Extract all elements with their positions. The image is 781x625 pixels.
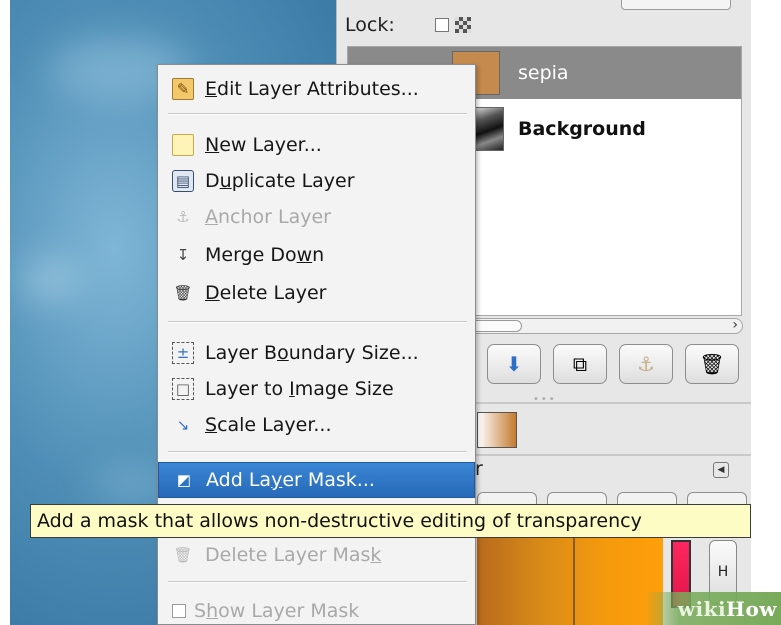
menu-label: Delete Layer Mask [205,544,382,566]
menu-item-delete-layer[interactable]: 🗑 Delete Layer [158,275,475,311]
opacity-control[interactable] [621,0,731,10]
trash-icon: 🗑 [173,284,193,302]
tooltip: Add a mask that allows non-destructive e… [30,504,751,538]
menu-label: Duplicate Layer [205,170,355,192]
anchor-icon: ⚓ [637,352,655,376]
menu-label: Merge Down [205,244,325,266]
menu-label: New Layer... [205,134,322,156]
layer-name: sepia [518,62,569,84]
menu-item-layer-boundary-size[interactable]: ± Layer Boundary Size... [158,335,475,371]
lower-layer-button[interactable]: ⬇ [487,344,541,384]
menu-item-scale-layer[interactable]: ↘ Scale Layer... [158,407,475,443]
scale-layer-icon: ↘ [176,416,190,434]
watermark-how: How [726,596,777,621]
arrow-down-icon: ⬇ [505,352,523,376]
checkbox-icon[interactable] [172,604,186,618]
menu-separator [168,451,467,453]
gradient-preview [477,536,663,625]
watermark-wiki: wiki [677,596,727,621]
menu-label: Edit Layer Attributes... [205,78,419,100]
menu-item-edit-layer-attributes[interactable]: ✎ Edit Layer Attributes... [158,71,475,107]
menu-item-show-layer-mask[interactable]: Show Layer Mask [158,593,475,625]
menu-separator [168,581,467,583]
layer-to-image-icon: □ [172,378,194,400]
menu-item-add-layer-mask[interactable]: ◩ Add Layer Mask... [158,462,475,498]
menu-item-layer-to-image-size[interactable]: □ Layer to Image Size [158,371,475,407]
panel-menu-icon[interactable]: ◀ [713,462,729,478]
delete-layer-button[interactable]: 🗑 [685,344,739,384]
menu-item-new-layer[interactable]: New Layer... [158,127,475,163]
menu-label: Anchor Layer [205,206,331,228]
trash-icon: 🗑 [699,352,725,376]
anchor-icon: ⚓ [176,208,190,226]
gradient-divider [573,536,575,625]
duplicate-layer-button[interactable]: ⧉ [553,344,607,384]
layer-mask-icon: ◩ [176,471,192,489]
background-glow [20,260,80,300]
menu-item-duplicate-layer[interactable]: ▤ Duplicate Layer [158,163,475,199]
trash-icon: 🗑 [173,546,193,564]
menu-label: Layer to Image Size [205,378,394,400]
anchor-layer-button[interactable]: ⚓ [619,344,673,384]
layer-context-menu: ✎ Edit Layer Attributes... New Layer... … [157,64,476,625]
menu-label: Delete Layer [205,282,327,304]
menu-separator [168,113,467,115]
lock-row: Lock: [345,10,471,40]
menu-item-merge-down[interactable]: ↧ Merge Down [158,237,475,273]
lock-label: Lock: [345,14,395,36]
gradient-swatch[interactable] [477,412,517,448]
menu-separator [168,321,467,323]
lock-pixels-checkbox[interactable] [434,18,449,32]
tooltip-text: Add a mask that allows non-destructive e… [37,510,642,532]
menu-label: Layer Boundary Size... [205,342,419,364]
panel-label-fragment: r [475,458,483,480]
edit-attributes-icon: ✎ [172,78,194,100]
watermark-logo: wiki How [645,592,781,625]
layer-boundary-icon: ± [172,342,194,364]
duplicate-layer-icon: ▤ [172,170,194,192]
menu-item-anchor-layer[interactable]: ⚓ Anchor Layer [158,199,475,235]
menu-label: Add Layer Mask... [206,469,375,491]
side-button-label: H [717,564,729,580]
menu-label: Show Layer Mask [194,600,360,622]
new-layer-icon [172,134,194,156]
duplicate-icon: ⧉ [572,352,588,376]
merge-down-icon: ↧ [176,246,190,264]
scroll-right-icon[interactable]: › [732,317,738,333]
menu-item-delete-layer-mask[interactable]: 🗑 Delete Layer Mask [158,537,475,573]
layer-name: Background [518,118,646,140]
menu-label: Scale Layer... [205,414,332,436]
lock-alpha-icon[interactable] [454,17,471,33]
